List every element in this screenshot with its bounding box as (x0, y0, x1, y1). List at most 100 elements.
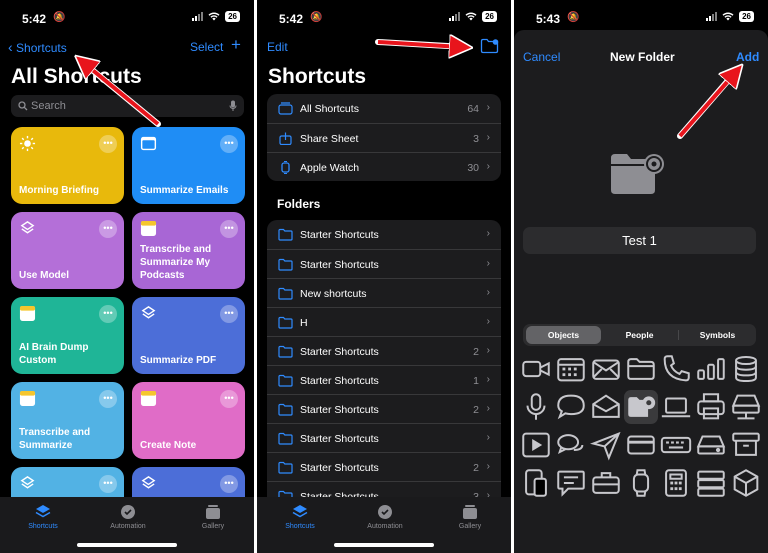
shortcut-tile-summarize-pdf[interactable]: ••• Summarize PDF (132, 297, 245, 374)
hard-drive-icon[interactable] (694, 428, 728, 462)
more-icon[interactable]: ••• (220, 475, 238, 493)
tab-shortcuts[interactable]: Shortcuts (8, 504, 78, 530)
tile-label: Transcribe and Summarize My Podcasts (140, 244, 212, 281)
video-camera-icon[interactable] (519, 352, 553, 386)
server-icon[interactable] (694, 466, 728, 500)
more-icon[interactable]: ••• (99, 305, 117, 323)
shortcut-tile-summarize-emails[interactable]: ••• Summarize Emails (132, 127, 245, 204)
chevron-right-icon: › (486, 374, 490, 385)
more-icon[interactable]: ••• (220, 220, 238, 238)
tab-gallery[interactable]: Gallery (178, 504, 248, 530)
segment-divider (678, 330, 679, 340)
watch-icon[interactable] (624, 466, 658, 500)
speech-bubble-icon[interactable] (554, 390, 588, 424)
tab-automation[interactable]: Automation (93, 504, 163, 530)
phone-icon[interactable] (659, 352, 693, 386)
list-item-apple-watch[interactable]: Apple Watch 30 › (267, 152, 501, 181)
database-icon[interactable] (729, 352, 763, 386)
network-drive-icon[interactable] (729, 390, 763, 424)
printer-icon[interactable] (694, 390, 728, 424)
play-button-icon[interactable] (519, 428, 553, 462)
keyboard-icon[interactable] (659, 428, 693, 462)
message-icon[interactable] (554, 466, 588, 500)
back-to-shortcuts-button[interactable]: ‹ Shortcuts (8, 39, 67, 55)
folder-gear-icon[interactable] (624, 390, 658, 424)
archive-box-icon[interactable] (729, 428, 763, 462)
folder-row[interactable]: Starter Shortcuts 2 › (267, 452, 501, 481)
folder-row[interactable]: H › (267, 307, 501, 336)
new-folder-icon[interactable] (480, 38, 500, 54)
folder-row[interactable]: Starter Shortcuts 1 › (267, 365, 501, 394)
calendar-icon[interactable] (554, 352, 588, 386)
shortcut-tile-transcribe-summarize[interactable]: ••• Transcribe and Summarize (11, 382, 124, 459)
segment-objects[interactable]: Objects (526, 326, 601, 344)
cube-icon[interactable] (729, 466, 763, 500)
add-folder-button[interactable]: Add (736, 50, 759, 64)
layers-icon (35, 505, 51, 518)
sheet-title: New Folder (610, 50, 675, 64)
tile-label: Summarize Emails (140, 185, 229, 196)
devices-icon[interactable] (519, 466, 553, 500)
cancel-button[interactable]: Cancel (523, 50, 560, 64)
search-input[interactable]: Search (11, 95, 244, 117)
chevron-right-icon: › (486, 432, 490, 443)
folder-row[interactable]: Starter Shortcuts › (267, 249, 501, 278)
list-item-all-shortcuts[interactable]: All Shortcuts 64 › (267, 94, 501, 123)
bell-muted-icon: 🔕 (567, 12, 580, 23)
chat-bubbles-icon[interactable] (554, 428, 588, 462)
more-icon[interactable]: ••• (99, 220, 117, 238)
tile-label: Use Model (19, 270, 70, 281)
folder-row[interactable]: Starter Shortcuts › (267, 220, 501, 249)
new-folder-screen: 5:43 🔕 26 Cancel New Folder Add Test 1 O… (514, 0, 768, 553)
folder-icon[interactable] (624, 352, 658, 386)
status-time: 5:42 (279, 12, 304, 26)
shortcut-tile-create-note[interactable]: ••• Create Note (132, 382, 245, 459)
add-shortcut-button[interactable]: + (231, 35, 241, 55)
microphone-icon[interactable] (519, 390, 553, 424)
segment-symbols[interactable]: Symbols (680, 326, 755, 344)
paper-plane-icon[interactable] (589, 428, 623, 462)
envelope-icon[interactable] (589, 352, 623, 386)
shortcut-tile-use-model[interactable]: ••• Use Model (11, 212, 124, 289)
more-icon[interactable]: ••• (99, 390, 117, 408)
gallery-icon (463, 505, 477, 519)
folder-icon (278, 258, 293, 271)
tab-bar: Shortcuts Automation Gallery (257, 497, 511, 553)
shortcut-tile-transcribe-podcasts[interactable]: ••• Transcribe and Summarize My Podcasts (132, 212, 245, 289)
folder-icon (278, 461, 293, 474)
tab-automation[interactable]: Automation (350, 504, 420, 530)
shortcut-tile-ai-brain-dump[interactable]: ••• AI Brain Dump Custom (11, 297, 124, 374)
folder-row[interactable]: Starter Shortcuts 2 › (267, 394, 501, 423)
chevron-right-icon: › (486, 228, 490, 239)
chevron-right-icon: › (486, 102, 490, 113)
briefcase-icon[interactable] (589, 466, 623, 500)
more-icon[interactable]: ••• (220, 390, 238, 408)
tab-gallery[interactable]: Gallery (435, 504, 505, 530)
edit-button[interactable]: Edit (267, 40, 288, 54)
more-icon[interactable]: ••• (99, 475, 117, 493)
folder-row[interactable]: Starter Shortcuts 2 › (267, 336, 501, 365)
tab-bar: Shortcuts Automation Gallery (0, 497, 254, 553)
segment-people[interactable]: People (602, 326, 677, 344)
chevron-right-icon: › (486, 161, 490, 172)
share-icon (279, 132, 292, 145)
more-icon[interactable]: ••• (220, 135, 238, 153)
credit-card-icon[interactable] (624, 428, 658, 462)
open-envelope-icon[interactable] (589, 390, 623, 424)
battery-icon: 26 (225, 11, 240, 22)
calculator-icon[interactable] (659, 466, 693, 500)
folder-icon (278, 403, 293, 416)
laptop-icon[interactable] (659, 390, 693, 424)
tab-shortcuts[interactable]: Shortcuts (265, 504, 335, 530)
page-title: Shortcuts (268, 65, 367, 88)
folder-row[interactable]: Starter Shortcuts › (267, 423, 501, 452)
folder-row[interactable]: New shortcuts › (267, 278, 501, 307)
more-icon[interactable]: ••• (220, 305, 238, 323)
select-button[interactable]: Select (190, 40, 223, 54)
list-item-share-sheet[interactable]: Share Sheet 3 › (267, 123, 501, 152)
folder-name-input[interactable]: Test 1 (523, 227, 756, 254)
bar-chart-icon[interactable] (694, 352, 728, 386)
layers-icon (141, 476, 156, 489)
shortcut-tile-morning-briefing[interactable]: ••• Morning Briefing (11, 127, 124, 204)
more-icon[interactable]: ••• (99, 135, 117, 153)
